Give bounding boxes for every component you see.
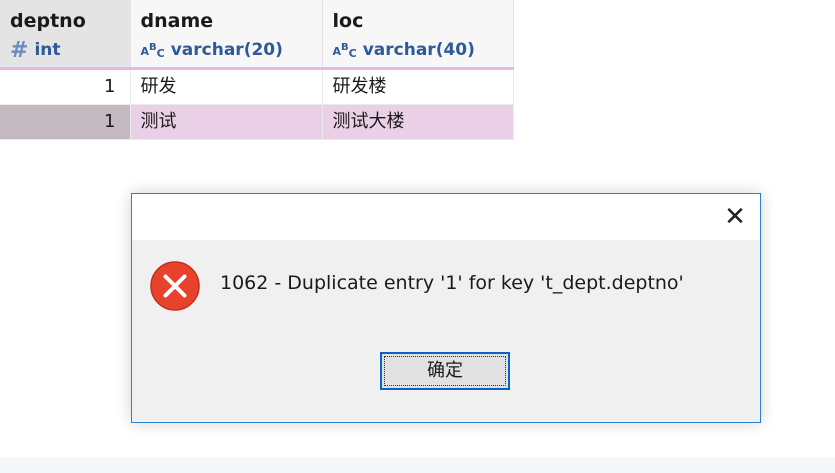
error-message: 1062 - Duplicate entry '1' for key 't_de… (220, 272, 684, 294)
column-header-loc[interactable]: loc ABC varchar(40) (322, 0, 514, 70)
column-type: ABC varchar(20) (140, 40, 283, 60)
ok-button[interactable]: 确定 (380, 352, 510, 390)
cell-dname[interactable]: 研发 (130, 68, 323, 105)
close-button[interactable]: ✕ (718, 200, 752, 234)
text-type-icon: ABC (140, 42, 165, 60)
cell-loc[interactable]: 研发楼 (322, 68, 514, 105)
status-strip (0, 457, 835, 473)
header-row: deptno # int dname ABC varchar(20) loc ABC… (0, 0, 514, 70)
error-dialog: ✕ 1062 - Duplicate entry '1' for key 't_… (131, 193, 761, 423)
column-header-deptno[interactable]: deptno # int (0, 0, 131, 70)
close-icon: ✕ (724, 202, 746, 232)
cell-loc[interactable]: 测试大楼 (322, 104, 514, 140)
column-name: deptno (10, 10, 86, 32)
column-type: ABC varchar(40) (332, 40, 475, 60)
dialog-body: 1062 - Duplicate entry '1' for key 't_de… (132, 240, 760, 424)
error-icon (150, 261, 200, 311)
dialog-titlebar[interactable]: ✕ (132, 194, 760, 240)
cell-dname[interactable]: 测试 (130, 104, 323, 140)
cell-deptno[interactable]: 1 (0, 104, 131, 140)
table-row-selected[interactable]: 1 测试 测试大楼 (0, 104, 514, 140)
column-name: loc (332, 10, 364, 32)
column-header-dname[interactable]: dname ABC varchar(20) (130, 0, 323, 70)
text-type-icon: ABC (332, 42, 357, 60)
column-type: # int (10, 38, 61, 63)
result-grid: deptno # int dname ABC varchar(20) loc ABC… (0, 0, 514, 140)
focus-ring (384, 356, 506, 386)
cell-deptno[interactable]: 1 (0, 68, 131, 105)
hash-icon: # (10, 38, 29, 63)
column-name: dname (140, 10, 214, 32)
table-row[interactable]: 1 研发 研发楼 (0, 68, 514, 105)
